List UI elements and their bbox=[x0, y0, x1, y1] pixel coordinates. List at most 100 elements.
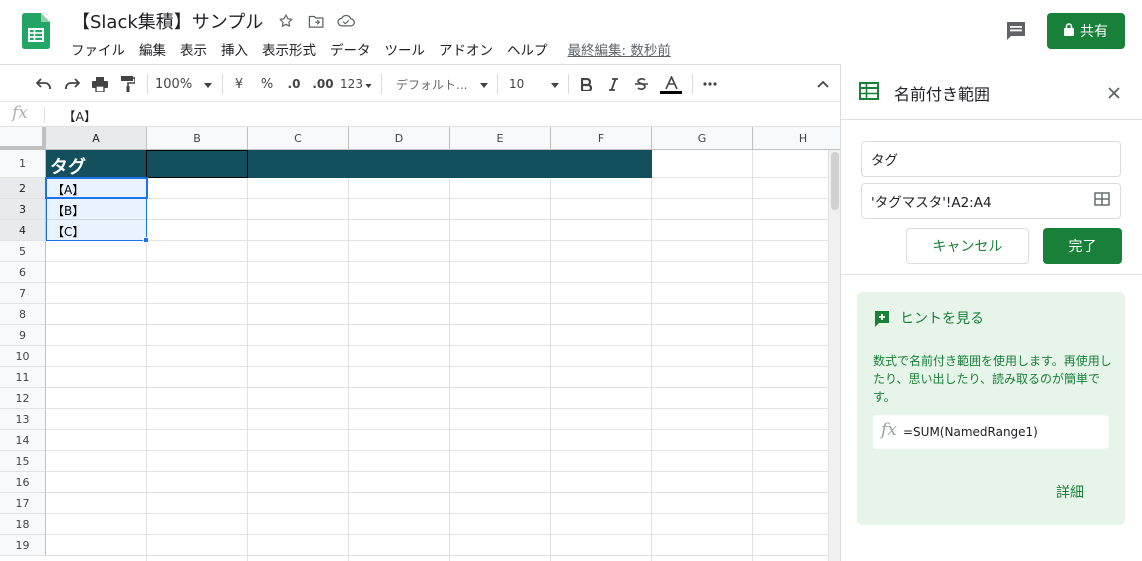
menu-tools[interactable]: ツール bbox=[385, 39, 426, 59]
percent-format-button[interactable]: % bbox=[257, 65, 277, 103]
select-all-corner[interactable] bbox=[0, 127, 46, 150]
row-header-19[interactable]: 19 bbox=[0, 535, 46, 556]
row-header-5[interactable]: 5 bbox=[0, 241, 46, 262]
row-header-6[interactable]: 6 bbox=[0, 262, 46, 283]
font-size-select[interactable]: 10 bbox=[509, 65, 559, 103]
gridline bbox=[46, 534, 828, 535]
star-icon[interactable] bbox=[276, 11, 296, 31]
gridline bbox=[46, 345, 828, 346]
font-family-select[interactable]: デフォルト... bbox=[396, 65, 488, 103]
row-header-2[interactable]: 2 bbox=[0, 178, 46, 199]
gridline bbox=[46, 219, 828, 220]
row-header-15[interactable]: 15 bbox=[0, 451, 46, 472]
gridline bbox=[752, 150, 753, 561]
details-link[interactable]: 詳細 bbox=[1056, 482, 1084, 502]
scrollbar-thumb[interactable] bbox=[831, 152, 839, 210]
column-header-g[interactable]: G bbox=[652, 127, 753, 150]
cell-a2[interactable]: 【A】 bbox=[52, 181, 84, 198]
column-header-h[interactable]: H bbox=[753, 127, 840, 150]
menu-help[interactable]: ヘルプ bbox=[507, 39, 548, 59]
increase-decimal-button[interactable]: .00 bbox=[311, 65, 335, 103]
menu-view[interactable]: 表示 bbox=[180, 39, 207, 59]
cloud-status-icon[interactable] bbox=[336, 11, 356, 31]
select-range-icon[interactable] bbox=[1094, 192, 1110, 210]
share-label: 共有 bbox=[1080, 24, 1108, 40]
paint-format-icon[interactable] bbox=[117, 65, 139, 103]
row-header-16[interactable]: 16 bbox=[0, 472, 46, 493]
text-color-icon[interactable] bbox=[659, 65, 683, 103]
row-header-8[interactable]: 8 bbox=[0, 304, 46, 325]
done-button[interactable]: 完了 bbox=[1043, 228, 1122, 264]
close-icon[interactable] bbox=[1104, 83, 1124, 103]
currency-format-button[interactable]: ¥ bbox=[230, 65, 248, 103]
row-header-18[interactable]: 18 bbox=[0, 514, 46, 535]
row-header-4[interactable]: 4 bbox=[0, 220, 46, 241]
column-header-f[interactable]: F bbox=[551, 127, 652, 150]
column-header-b[interactable]: B bbox=[147, 127, 248, 150]
column-header-e[interactable]: E bbox=[450, 127, 551, 150]
row-header-9[interactable]: 9 bbox=[0, 325, 46, 346]
cell-a1[interactable]: タグ bbox=[50, 153, 86, 179]
column-header-a[interactable]: A bbox=[46, 127, 147, 150]
column-header-d[interactable]: D bbox=[349, 127, 450, 150]
hint-title[interactable]: ヒントを見る bbox=[900, 308, 984, 328]
range-name-input[interactable]: タグ bbox=[861, 141, 1121, 177]
comment-history-icon[interactable] bbox=[1004, 19, 1028, 43]
row-header-17[interactable]: 17 bbox=[0, 493, 46, 514]
row-header-7[interactable]: 7 bbox=[0, 283, 46, 304]
print-icon[interactable] bbox=[89, 65, 111, 103]
cell-a3[interactable]: 【B】 bbox=[52, 202, 84, 219]
gridline bbox=[651, 150, 652, 561]
collapse-menus-icon[interactable] bbox=[812, 65, 834, 103]
fx-label: fx bbox=[12, 103, 28, 123]
last-edit-link[interactable]: 最終編集: 数秒前 bbox=[568, 39, 671, 59]
zoom-select[interactable]: 100% bbox=[155, 65, 217, 103]
undo-icon[interactable] bbox=[33, 65, 55, 103]
column-header-c[interactable]: C bbox=[248, 127, 349, 150]
more-formats-button[interactable]: 123 bbox=[339, 65, 373, 103]
bold-icon[interactable] bbox=[576, 65, 596, 103]
decrease-decimal-button[interactable]: .0 bbox=[283, 65, 305, 103]
fill-handle[interactable] bbox=[143, 237, 149, 243]
formula-input[interactable]: 【A】 bbox=[63, 106, 97, 125]
strikethrough-icon[interactable] bbox=[631, 65, 651, 103]
gridline bbox=[46, 450, 828, 451]
fx-icon: fx bbox=[881, 420, 897, 440]
row-header-11[interactable]: 11 bbox=[0, 367, 46, 388]
sheets-logo-icon[interactable] bbox=[22, 13, 50, 49]
share-button[interactable]: 共有 bbox=[1047, 13, 1125, 49]
gridline bbox=[46, 429, 828, 430]
cell-a4[interactable]: 【C】 bbox=[52, 223, 84, 240]
row-header-12[interactable]: 12 bbox=[0, 388, 46, 409]
range-reference-input[interactable]: 'タグマスタ'!A2:A4 bbox=[861, 183, 1121, 219]
add-comment-icon bbox=[875, 311, 889, 331]
header-row-fill bbox=[46, 150, 652, 178]
gridline bbox=[46, 303, 828, 304]
gridline bbox=[46, 261, 828, 262]
menu-addons[interactable]: アドオン bbox=[439, 39, 493, 59]
menu-file[interactable]: ファイル bbox=[71, 39, 125, 59]
row-header-14[interactable]: 14 bbox=[0, 430, 46, 451]
sheets-table-icon bbox=[859, 82, 879, 104]
row-header-3[interactable]: 3 bbox=[0, 199, 46, 220]
more-options-icon[interactable] bbox=[699, 65, 721, 103]
menu-insert[interactable]: 挿入 bbox=[221, 39, 248, 59]
spreadsheet-grid[interactable]: A B C D E F G H 1 2 3 4 5 6 7 8 9 10 11 … bbox=[0, 127, 840, 561]
italic-icon[interactable] bbox=[603, 65, 623, 103]
toolbar-divider bbox=[147, 74, 148, 94]
redo-icon[interactable] bbox=[61, 65, 83, 103]
vertical-scrollbar[interactable] bbox=[828, 150, 840, 561]
row-header-13[interactable]: 13 bbox=[0, 409, 46, 430]
cancel-button[interactable]: キャンセル bbox=[906, 228, 1029, 264]
menu-edit[interactable]: 編集 bbox=[139, 39, 166, 59]
dropdown-arrow-icon bbox=[551, 77, 559, 91]
document-title[interactable]: 【Slack集積】サンプル bbox=[72, 8, 263, 34]
menu-data[interactable]: データ bbox=[330, 39, 371, 59]
row-header-10[interactable]: 10 bbox=[0, 346, 46, 367]
panel-divider bbox=[841, 274, 1142, 275]
dropdown-arrow-icon bbox=[480, 77, 488, 91]
gridline bbox=[550, 150, 551, 561]
row-header-1[interactable]: 1 bbox=[0, 150, 46, 178]
menu-format[interactable]: 表示形式 bbox=[262, 39, 316, 59]
move-folder-icon[interactable] bbox=[306, 11, 326, 31]
